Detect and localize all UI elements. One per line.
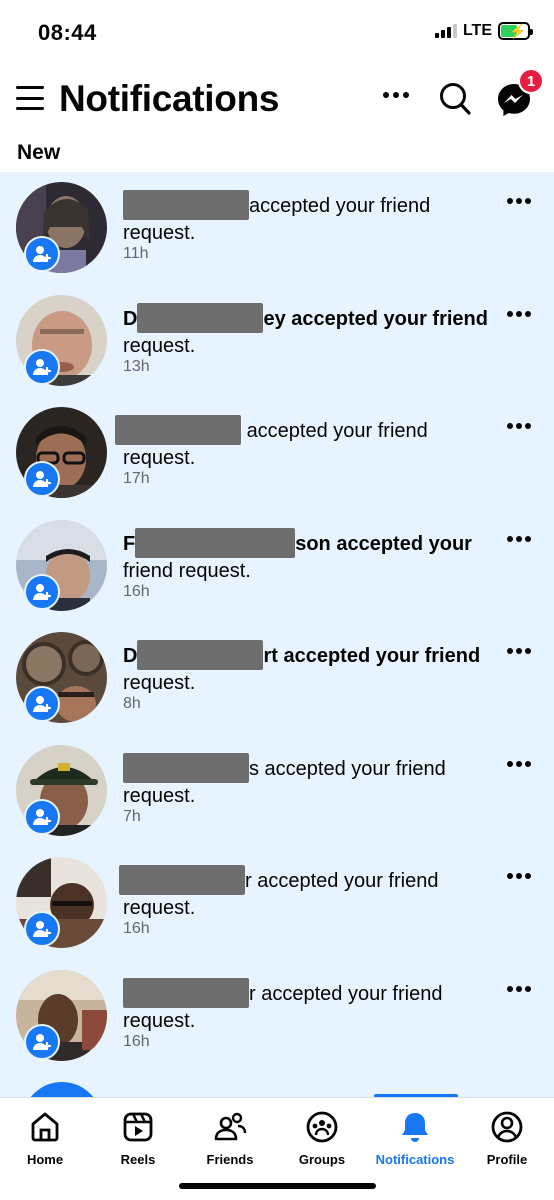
- section-label-new: New: [17, 141, 61, 164]
- home-icon: [31, 1112, 59, 1142]
- tab-home[interactable]: Home: [0, 1110, 90, 1167]
- notification-text: Drt accepted your friend request.: [123, 640, 488, 697]
- more-options-icon[interactable]: [507, 535, 531, 542]
- notification-time: 11h: [123, 245, 149, 262]
- messenger-badge: 1: [518, 68, 544, 94]
- add-friend-icon: [24, 686, 60, 722]
- add-friend-icon: [24, 911, 60, 947]
- status-bar: 08:44 LTE ⚡: [0, 0, 554, 62]
- notification-item[interactable]: r accepted your friend request. 16h: [0, 960, 554, 1073]
- home-indicator: [179, 1183, 376, 1189]
- notification-item[interactable]: accepted your friend request. 11h: [0, 172, 554, 285]
- add-friend-icon: [24, 798, 60, 835]
- tab-profile[interactable]: Profile: [462, 1110, 552, 1167]
- tab-reels[interactable]: Reels: [93, 1110, 183, 1167]
- redacted-name: [137, 302, 264, 333]
- add-friend-icon: [24, 236, 60, 272]
- more-options-icon[interactable]: [383, 92, 409, 98]
- notification-text: s accepted your friend request.: [123, 752, 488, 810]
- notification-text: r accepted your friend request.: [119, 865, 488, 922]
- notification-text: r accepted your friend request.: [123, 977, 488, 1035]
- more-options-icon[interactable]: [507, 198, 531, 204]
- notification-time: 16h: [123, 920, 150, 937]
- battery-icon: ⚡: [498, 22, 533, 40]
- status-indicators: LTE ⚡: [434, 22, 533, 40]
- tab-label: Notifications: [375, 1152, 455, 1167]
- friends-icon: [214, 1112, 247, 1141]
- add-friend-icon: [24, 1023, 60, 1060]
- notification-item-partial[interactable]: [0, 1072, 554, 1097]
- avatar: [22, 1082, 102, 1097]
- notification-item[interactable]: accepted your friend request. 17h: [0, 397, 554, 510]
- tab-label: Reels: [120, 1152, 156, 1167]
- groups-icon: [306, 1111, 338, 1143]
- notification-item[interactable]: s accepted your friend request. 7h: [0, 735, 554, 848]
- notification-time: 8h: [123, 695, 141, 712]
- top-header: Notifications 1: [0, 62, 554, 138]
- more-options-icon[interactable]: [507, 648, 531, 654]
- notification-item[interactable]: Dey accepted your friend request. 13h: [0, 285, 554, 398]
- redacted-name: [123, 752, 249, 783]
- notification-item[interactable]: Drt accepted your friend request. 8h: [0, 622, 554, 735]
- more-options-icon[interactable]: [507, 873, 531, 879]
- add-friend-icon: [24, 348, 60, 385]
- redacted-name: [119, 865, 245, 895]
- notification-time: 7h: [123, 807, 141, 825]
- network-type: LTE: [462, 22, 492, 39]
- notification-text: accepted your friend request.: [115, 415, 488, 472]
- redacted-name: [137, 640, 264, 670]
- notification-list[interactable]: accepted your friend request. 11h Dey acc…: [0, 172, 554, 1097]
- add-friend-icon: [24, 461, 60, 497]
- tab-label: Profile: [486, 1152, 528, 1167]
- bell-icon: [402, 1113, 428, 1142]
- notification-item[interactable]: Fson accepted your friend request. 16h: [0, 510, 554, 623]
- notification-text: Fson accepted your friend request.: [123, 527, 488, 585]
- tab-groups[interactable]: Groups: [277, 1110, 367, 1167]
- notification-time: 17h: [123, 470, 150, 487]
- notification-time: 13h: [123, 357, 150, 375]
- notification-text: accepted your friend request.: [123, 190, 488, 247]
- more-options-icon[interactable]: [507, 985, 531, 992]
- notification-time: 16h: [123, 582, 150, 600]
- tab-friends[interactable]: Friends: [185, 1110, 275, 1167]
- notification-text: Dey accepted your friend request.: [123, 302, 488, 360]
- tab-label: Groups: [298, 1152, 346, 1167]
- redacted-name: [123, 977, 249, 1008]
- menu-icon[interactable]: [16, 86, 44, 110]
- redacted-name: [135, 527, 296, 558]
- search-icon[interactable]: [439, 82, 471, 116]
- profile-icon: [491, 1111, 523, 1143]
- page-title: Notifications: [59, 78, 280, 119]
- signal-icon: [434, 24, 457, 38]
- redacted-name: [115, 415, 241, 445]
- tab-label: Friends: [206, 1152, 254, 1167]
- tab-label: Home: [26, 1152, 64, 1167]
- reels-icon: [123, 1112, 153, 1142]
- notification-time: 16h: [123, 1032, 150, 1050]
- tab-notifications[interactable]: Notifications: [370, 1110, 460, 1167]
- add-friend-icon: [24, 573, 60, 610]
- redacted-name: [123, 190, 249, 220]
- notification-item[interactable]: r accepted your friend request. 16h: [0, 847, 554, 960]
- more-options-icon[interactable]: [507, 423, 531, 429]
- more-options-icon[interactable]: [507, 310, 531, 317]
- more-options-icon[interactable]: [507, 760, 531, 767]
- status-time: 08:44: [38, 20, 97, 45]
